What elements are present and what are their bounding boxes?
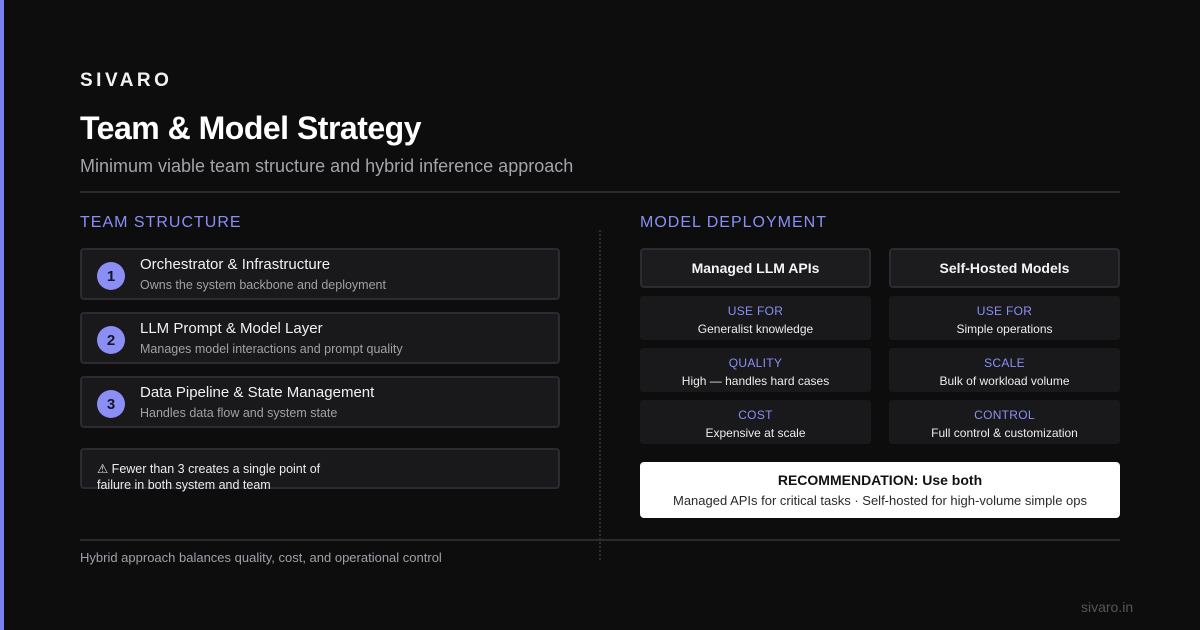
self-hosted-header: Self-Hosted Models — [889, 248, 1120, 288]
managed-apis-header: Managed LLM APIs — [640, 248, 871, 288]
cell-label: CONTROL — [974, 408, 1035, 422]
recommendation-title: RECOMMENDATION: Use both — [777, 472, 983, 488]
cell-value: Simple operations — [956, 322, 1053, 336]
cell-value: Full control & customization — [931, 426, 1078, 440]
role-description: Manages model interactions and prompt qu… — [140, 342, 403, 356]
comparison-cell: USE FOR Generalist knowledge — [640, 296, 871, 340]
team-structure-heading: TEAM STRUCTURE — [80, 214, 242, 231]
brand-logo: SIVARO — [80, 70, 173, 91]
comparison-cell: USE FOR Simple operations — [889, 296, 1120, 340]
team-role-card: 3 Data Pipeline & State Management Handl… — [80, 376, 560, 428]
warning-text: ⚠ Fewer than 3 creates a single point of… — [97, 462, 321, 492]
role-title: Orchestrator & Infrastructure — [140, 256, 331, 273]
role-number-badge: 1 — [97, 262, 125, 290]
page-subtitle: Minimum viable team structure and hybrid… — [80, 156, 574, 176]
recommendation-box: RECOMMENDATION: Use both Managed APIs fo… — [640, 462, 1120, 518]
page-title: Team & Model Strategy — [80, 110, 421, 146]
cell-label: QUALITY — [728, 356, 783, 370]
recommendation-text: Managed APIs for critical tasks · Self-h… — [672, 493, 1087, 508]
role-title: LLM Prompt & Model Layer — [140, 320, 323, 337]
cell-value: Expensive at scale — [705, 426, 806, 440]
cell-value: Generalist knowledge — [697, 322, 814, 336]
role-description: Handles data flow and system state — [140, 406, 338, 420]
cell-label: USE FOR — [976, 304, 1033, 318]
cell-value: High — handles hard cases — [681, 374, 830, 388]
header-divider — [80, 191, 1120, 193]
column-divider — [599, 230, 601, 560]
comparison-cell: CONTROL Full control & customization — [889, 400, 1120, 444]
footer-divider — [80, 539, 1120, 541]
accent-bar — [0, 0, 4, 630]
model-deployment-heading: MODEL DEPLOYMENT — [640, 214, 827, 231]
comparison-cell: COST Expensive at scale — [640, 400, 871, 444]
cell-label: COST — [738, 408, 773, 422]
team-role-card: 1 Orchestrator & Infrastructure Owns the… — [80, 248, 560, 300]
cell-label: SCALE — [984, 356, 1025, 370]
comparison-cell: QUALITY High — handles hard cases — [640, 348, 871, 392]
team-role-card: 2 LLM Prompt & Model Layer Manages model… — [80, 312, 560, 364]
warning-callout: ⚠ Fewer than 3 creates a single point of… — [80, 448, 560, 492]
role-number-badge: 3 — [97, 390, 125, 418]
cell-label: USE FOR — [727, 304, 784, 318]
comparison-cell: SCALE Bulk of workload volume — [889, 348, 1120, 392]
cell-value: Bulk of workload volume — [939, 374, 1070, 388]
role-number-badge: 2 — [97, 326, 125, 354]
role-description: Owns the system backbone and deployment — [140, 278, 386, 292]
footer-note: Hybrid approach balances quality, cost, … — [80, 550, 442, 565]
site-url: sivaro.in — [1081, 599, 1134, 615]
role-title: Data Pipeline & State Management — [140, 384, 375, 401]
